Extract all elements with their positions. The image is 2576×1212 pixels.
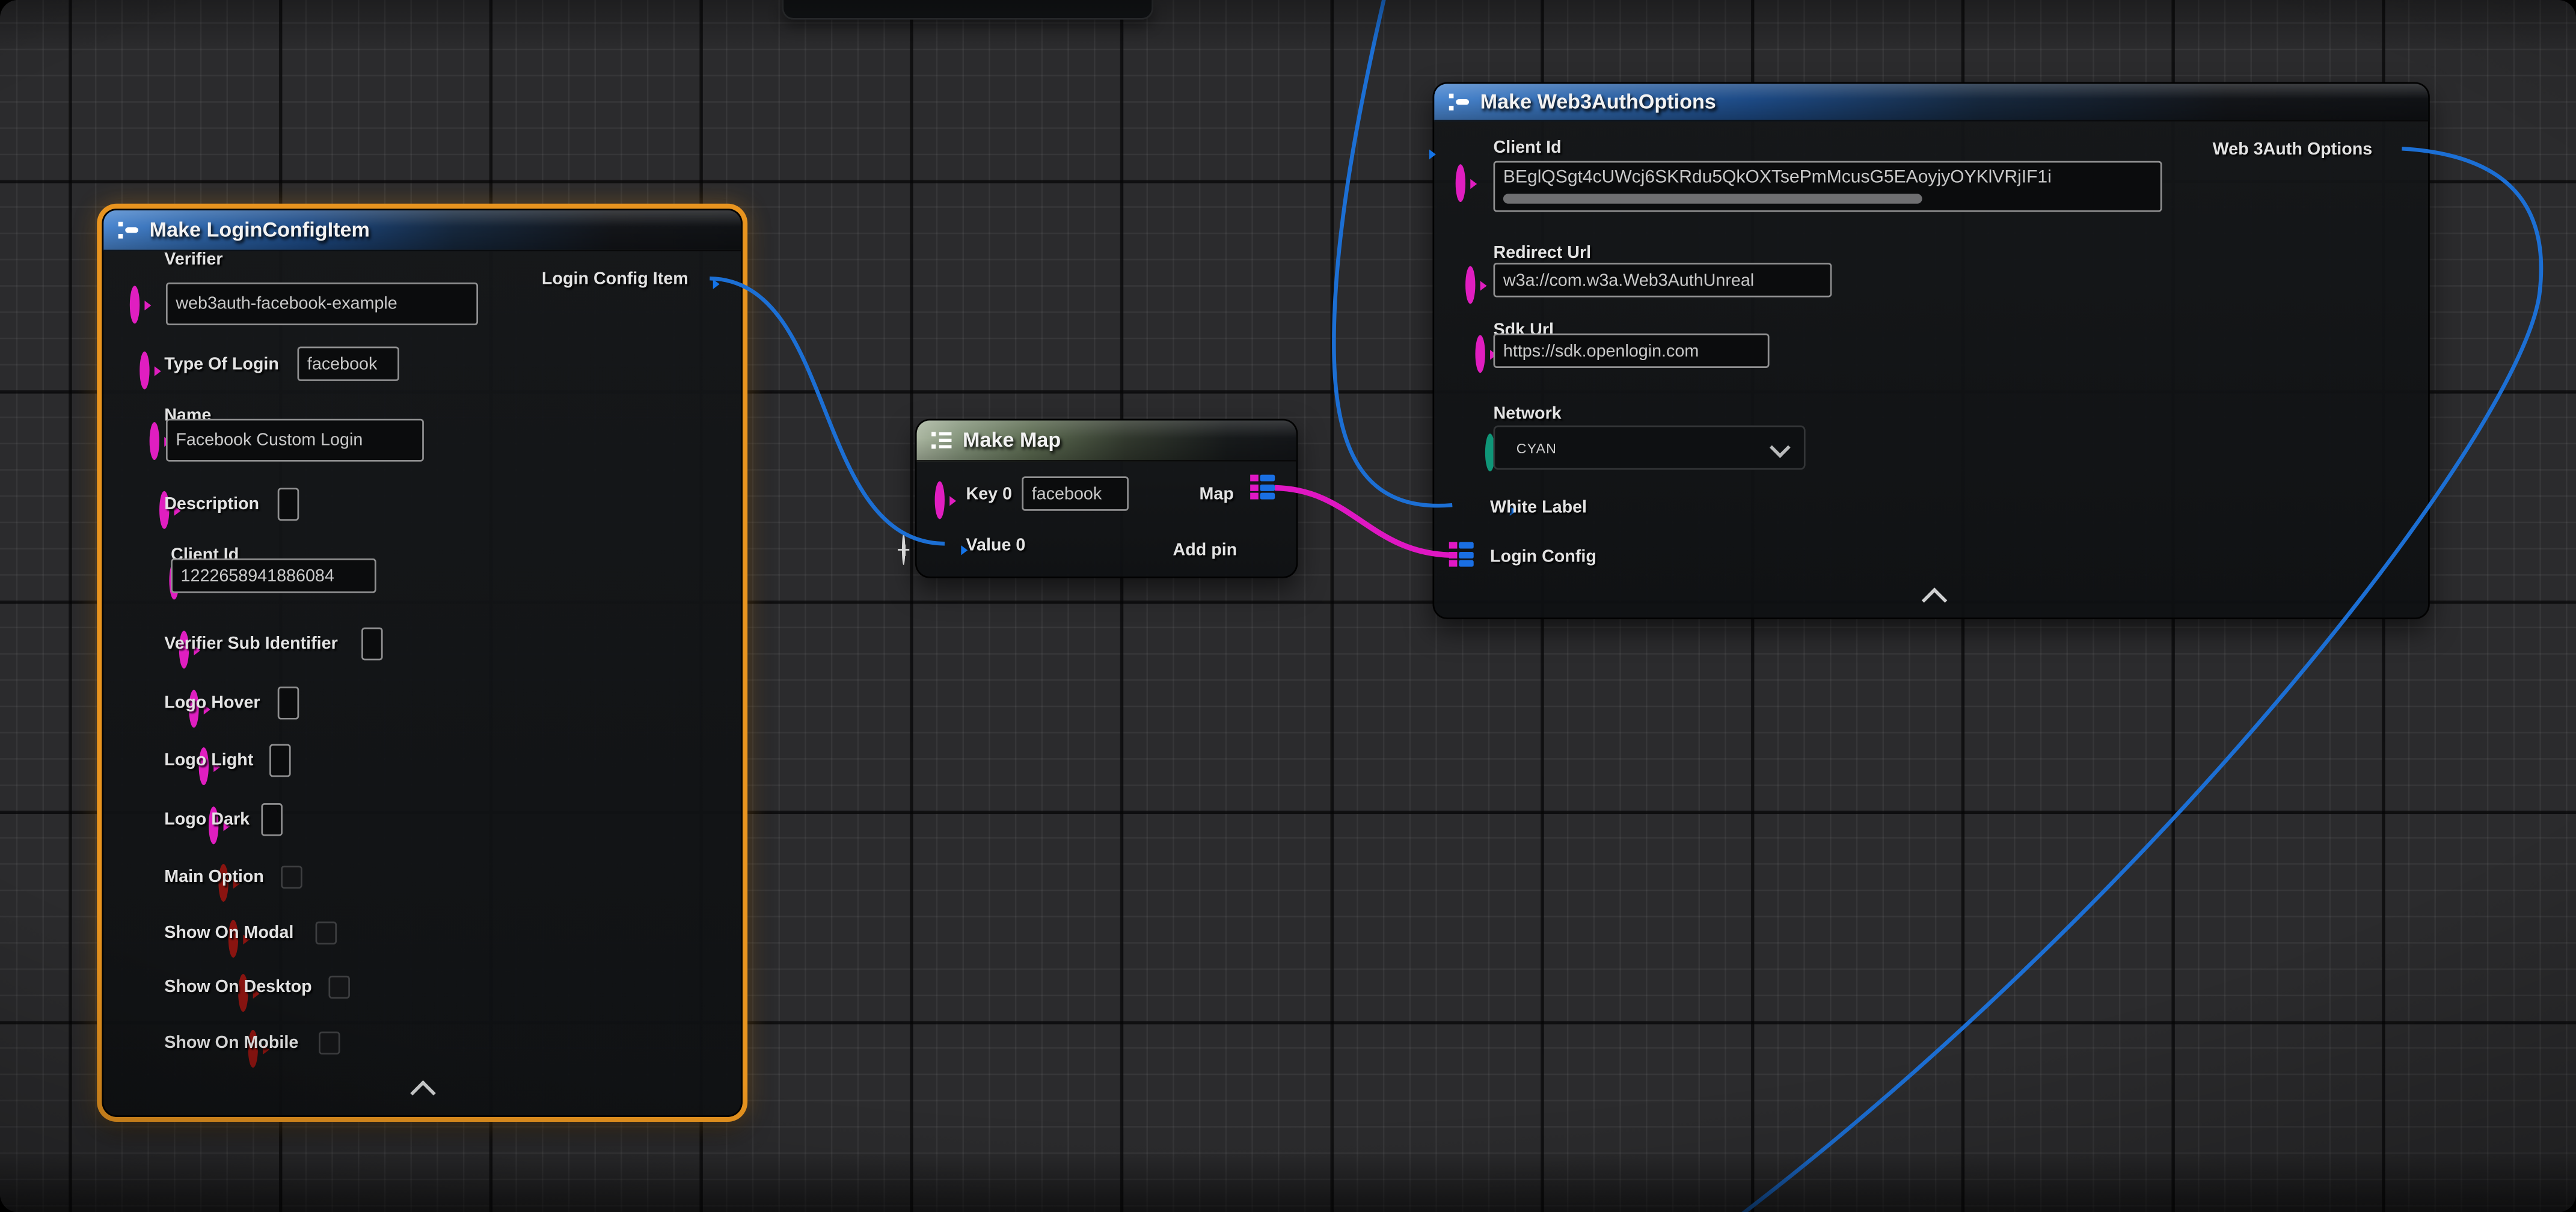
client-id-input[interactable]: BEglQSgt4cUWcj6SKRdu5QkOXTsePmMcusG5EAoy… bbox=[1494, 161, 2162, 212]
node-title: Make Map bbox=[963, 429, 1061, 451]
node-make-web3authoptions[interactable]: Make Web3AuthOptions Web 3Auth Options C… bbox=[1432, 82, 2429, 619]
pin-label-client-id: Client Id bbox=[1494, 138, 1562, 158]
name-input[interactable]: Facebook Custom Login bbox=[166, 419, 424, 462]
pin-label-description: Description bbox=[164, 494, 259, 514]
blueprint-canvas[interactable]: Make LoginConfigItem Login Config Item V… bbox=[0, 0, 2576, 1212]
make-struct-icon bbox=[117, 218, 140, 241]
partial-node-top[interactable] bbox=[782, 0, 1153, 20]
make-struct-icon bbox=[1447, 90, 1470, 113]
pin-label-map-out: Map bbox=[1199, 485, 1233, 504]
add-pin-label[interactable]: Add pin bbox=[1173, 540, 1237, 560]
node-header-make-web3authoptions[interactable]: Make Web3AuthOptions bbox=[1434, 84, 2428, 121]
node-title: Make Web3AuthOptions bbox=[1480, 90, 1716, 113]
pin-redirect-url[interactable] bbox=[1465, 266, 1475, 304]
make-map-icon bbox=[930, 429, 952, 451]
collapse-chevron-up-icon[interactable] bbox=[410, 1080, 436, 1106]
network-dropdown[interactable]: CYAN bbox=[1494, 426, 1806, 470]
pin-label-verifier-sub-identifier: Verifier Sub Identifier bbox=[164, 634, 338, 654]
output-pin-label: Login Config Item bbox=[542, 269, 688, 289]
pin-sdk-url[interactable] bbox=[1475, 335, 1485, 373]
node-title: Make LoginConfigItem bbox=[150, 218, 370, 241]
node-header-make-loginconfigitem[interactable]: Make LoginConfigItem bbox=[103, 210, 741, 251]
redirect-url-input[interactable]: w3a://com.w3a.Web3AuthUnreal bbox=[1494, 263, 1832, 297]
pin-client-id[interactable] bbox=[1456, 164, 1465, 202]
pin-map-out[interactable] bbox=[1250, 475, 1275, 500]
logo-light-input[interactable] bbox=[269, 744, 291, 777]
description-input[interactable] bbox=[278, 488, 299, 521]
show-on-desktop-checkbox[interactable] bbox=[328, 976, 350, 999]
pin-label-key0: Key 0 bbox=[966, 485, 1012, 504]
pin-type-of-login[interactable] bbox=[140, 352, 149, 390]
pin-label-verifier: Verifier bbox=[164, 249, 222, 269]
pin-label-value0: Value 0 bbox=[966, 536, 1025, 556]
pin-label-logo-light: Logo Light bbox=[164, 751, 253, 771]
pin-label-logo-dark: Logo Dark bbox=[164, 810, 250, 830]
client-id-text: BEglQSgt4cUWcj6SKRdu5QkOXTsePmMcusG5EAoy… bbox=[1503, 168, 2052, 188]
show-on-modal-checkbox[interactable] bbox=[316, 922, 337, 944]
chevron-down-icon bbox=[1770, 437, 1791, 458]
pin-label-show-on-desktop: Show On Desktop bbox=[164, 978, 311, 997]
sdk-url-input[interactable]: https://sdk.openlogin.com bbox=[1494, 334, 1770, 368]
pin-label-type-of-login: Type Of Login bbox=[164, 355, 279, 375]
pin-label-logo-hover: Logo Hover bbox=[164, 693, 260, 713]
main-option-checkbox[interactable] bbox=[281, 866, 302, 889]
node-header-make-map[interactable]: Make Map bbox=[917, 420, 1296, 461]
pin-label-show-on-mobile: Show On Mobile bbox=[164, 1033, 298, 1053]
pin-login-config[interactable] bbox=[1449, 542, 1474, 567]
pin-label-network: Network bbox=[1494, 404, 1562, 424]
verifier-sub-identifier-input[interactable] bbox=[361, 628, 383, 661]
key0-input[interactable]: facebook bbox=[1022, 476, 1129, 510]
logo-hover-input[interactable] bbox=[278, 687, 299, 720]
type-of-login-input[interactable]: facebook bbox=[298, 346, 399, 381]
logo-dark-input[interactable] bbox=[261, 803, 283, 836]
pin-key0[interactable] bbox=[935, 482, 945, 519]
client-id-input[interactable]: 1222658941886084 bbox=[171, 559, 376, 593]
network-dropdown-value: CYAN bbox=[1516, 439, 1557, 456]
client-id-scrollbar[interactable] bbox=[1503, 194, 1922, 203]
node-make-map[interactable]: Make Map Key 0 facebook Map Value 0 Add … bbox=[915, 419, 1298, 578]
pin-label-white-label: White Label bbox=[1490, 498, 1587, 518]
output-pin-label: Web 3Auth Options bbox=[2213, 139, 2373, 159]
pin-label-login-config: Login Config bbox=[1490, 547, 1596, 567]
pin-name[interactable] bbox=[150, 422, 159, 460]
pin-label-show-on-modal: Show On Modal bbox=[164, 923, 293, 943]
node-make-loginconfigitem[interactable]: Make LoginConfigItem Login Config Item V… bbox=[102, 209, 743, 1117]
pin-verifier[interactable] bbox=[130, 286, 140, 323]
add-pin-plus-circle-icon[interactable] bbox=[902, 534, 905, 565]
collapse-chevron-up-icon[interactable] bbox=[1922, 587, 1948, 613]
pin-label-redirect-url: Redirect Url bbox=[1494, 243, 1592, 263]
pin-label-main-option: Main Option bbox=[164, 868, 264, 887]
show-on-mobile-checkbox[interactable] bbox=[319, 1032, 340, 1054]
verifier-input[interactable]: web3auth-facebook-example bbox=[166, 283, 478, 325]
